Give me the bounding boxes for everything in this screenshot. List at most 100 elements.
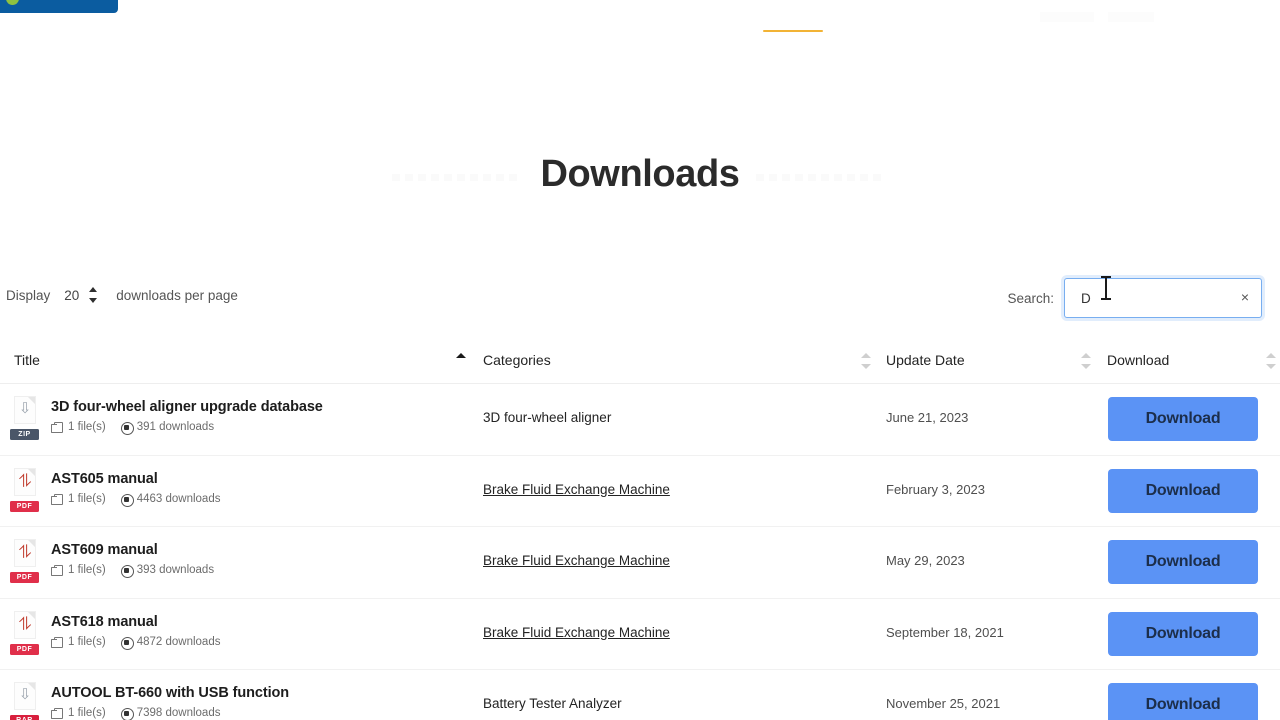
download-button[interactable]: Download	[1108, 468, 1258, 513]
column-header-title[interactable]: Title	[14, 352, 40, 368]
file-count: 1 file(s)	[68, 492, 106, 505]
pdf-glyph-icon: ⥮	[18, 470, 32, 491]
category-link[interactable]: Brake Fluid Exchange Machine	[483, 482, 670, 497]
item-meta: 1 file(s) 7398 downloads	[51, 706, 471, 720]
item-title[interactable]: AUTOOL BT-660 with USB function	[51, 683, 471, 703]
item-title[interactable]: 3D four-wheel aligner upgrade database	[51, 397, 471, 417]
category-link[interactable]: 3D four-wheel aligner	[483, 410, 611, 425]
item-title[interactable]: AST618 manual	[51, 612, 471, 632]
table-row: ⇩ ZIP 3D four-wheel aligner upgrade data…	[0, 384, 1280, 456]
archive-glyph-icon: ⇩	[18, 400, 32, 417]
download-button[interactable]: Download	[1108, 397, 1258, 441]
sort-indicator-update-date[interactable]	[1081, 353, 1091, 369]
item-meta: 1 file(s) 393 downloads	[51, 563, 471, 578]
files-icon	[51, 636, 64, 649]
sort-indicator-categories[interactable]	[861, 353, 871, 369]
category-link[interactable]: Brake Fluid Exchange Machine	[483, 553, 670, 568]
row-download-cell: Download	[1108, 611, 1258, 656]
item-title[interactable]: AST609 manual	[51, 540, 471, 560]
column-header-categories[interactable]: Categories	[483, 352, 551, 368]
row-date-cell: February 3, 2023	[886, 481, 986, 497]
sort-indicator-download[interactable]	[1266, 353, 1276, 369]
download-count: 393 downloads	[136, 564, 215, 576]
per-page-select[interactable]: 20	[62, 284, 98, 306]
item-meta: 1 file(s) 4872 downloads	[51, 635, 471, 650]
category-link[interactable]: Brake Fluid Exchange Machine	[483, 625, 670, 640]
row-download-cell: Download	[1108, 683, 1258, 720]
download-count-icon	[120, 707, 134, 720]
column-header-update-date[interactable]: Update Date	[886, 352, 965, 368]
row-title-cell: AST618 manual 1 file(s) 4872 downloads	[51, 612, 471, 650]
table-row: ⇩ RAR AUTOOL BT-660 with USB function 1 …	[0, 670, 1280, 720]
download-count-icon	[120, 636, 134, 650]
table-row: ⥮ PDF AST618 manual 1 file(s) 4872 downl…	[0, 599, 1280, 670]
active-nav-underline	[763, 30, 823, 32]
row-date-cell: May 29, 2023	[886, 553, 965, 568]
logo-mark-icon	[6, 0, 19, 5]
row-title-cell: AST605 manual 1 file(s) 4463 downloads	[51, 469, 471, 507]
display-label: Display	[6, 287, 51, 303]
file-type-icon: ⇩ ZIP	[8, 396, 42, 442]
row-category-cell: Brake Fluid Exchange Machine	[483, 551, 813, 571]
table-header-row: Title Categories Update Date Download	[0, 340, 1280, 384]
search-input[interactable]	[1079, 280, 1229, 316]
row-category-cell: Brake Fluid Exchange Machine	[483, 480, 813, 500]
search-box[interactable]: ×	[1064, 278, 1262, 318]
search-clear-icon[interactable]: ×	[1241, 290, 1249, 305]
downloads-page: Downloads Display 20 downloads per page …	[0, 0, 1280, 720]
file-type-badge: ZIP	[10, 429, 39, 440]
row-date-cell: September 18, 2021	[886, 624, 1004, 640]
nav-item-placeholder-2[interactable]	[1108, 12, 1154, 22]
item-meta: 1 file(s) 4463 downloads	[51, 492, 471, 507]
row-category-cell: Battery Tester Analyzer	[483, 694, 813, 714]
row-download-cell: Download	[1108, 468, 1258, 513]
search-group: Search: ×	[1007, 278, 1262, 318]
row-category-cell: Brake Fluid Exchange Machine	[483, 623, 813, 643]
column-header-download[interactable]: Download	[1107, 352, 1169, 368]
item-title[interactable]: AST605 manual	[51, 469, 471, 489]
site-header	[0, 0, 1280, 44]
download-count: 391 downloads	[136, 421, 215, 433]
row-category-cell: 3D four-wheel aligner	[483, 408, 813, 428]
file-type-badge: PDF	[10, 643, 39, 655]
nav-item-placeholder-1[interactable]	[1040, 12, 1094, 22]
title-decoration-left	[392, 168, 522, 181]
file-type-badge: PDF	[10, 500, 39, 512]
row-title-cell: 3D four-wheel aligner upgrade database 1…	[51, 397, 471, 435]
title-decoration-right	[756, 168, 886, 181]
file-type-icon: ⥮ PDF	[8, 467, 42, 514]
row-date-cell: June 21, 2023	[886, 410, 969, 425]
file-count: 1 file(s)	[68, 421, 106, 433]
download-count-icon	[120, 564, 134, 578]
table-controls: Display 20 downloads per page Search: ×	[0, 278, 1280, 322]
pdf-glyph-icon: ⥮	[18, 542, 32, 562]
download-button[interactable]: Download	[1108, 683, 1258, 720]
row-title-cell: AUTOOL BT-660 with USB function 1 file(s…	[51, 683, 471, 720]
file-count: 1 file(s)	[68, 707, 106, 719]
files-icon	[51, 421, 64, 434]
row-download-cell: Download	[1108, 540, 1258, 584]
table-row: ⥮ PDF AST609 manual 1 file(s) 393 downlo…	[0, 527, 1280, 599]
files-icon	[51, 493, 64, 506]
item-meta: 1 file(s) 391 downloads	[51, 420, 471, 435]
download-count: 4872 downloads	[136, 635, 221, 648]
file-count: 1 file(s)	[68, 564, 106, 576]
display-per-page-group: Display 20 downloads per page	[6, 284, 238, 306]
page-title-wrap: Downloads	[0, 146, 1280, 202]
sort-indicator-title[interactable]	[456, 353, 466, 369]
page-title: Downloads	[540, 153, 740, 195]
file-type-icon: ⥮ PDF	[8, 539, 42, 585]
download-count-icon	[120, 421, 134, 435]
download-button[interactable]: Download	[1108, 611, 1258, 656]
download-button[interactable]: Download	[1108, 540, 1258, 584]
site-logo[interactable]	[0, 0, 118, 13]
stepper-arrows-icon[interactable]	[89, 287, 98, 303]
row-title-cell: AST609 manual 1 file(s) 393 downloads	[51, 540, 471, 578]
file-type-icon: ⥮ PDF	[8, 610, 42, 657]
file-type-icon: ⇩ RAR	[8, 682, 42, 720]
category-link[interactable]: Battery Tester Analyzer	[483, 696, 622, 711]
row-download-cell: Download	[1108, 397, 1258, 441]
per-page-suffix-label: downloads per page	[116, 287, 238, 303]
download-count: 4463 downloads	[136, 492, 221, 505]
file-count: 1 file(s)	[68, 635, 106, 648]
